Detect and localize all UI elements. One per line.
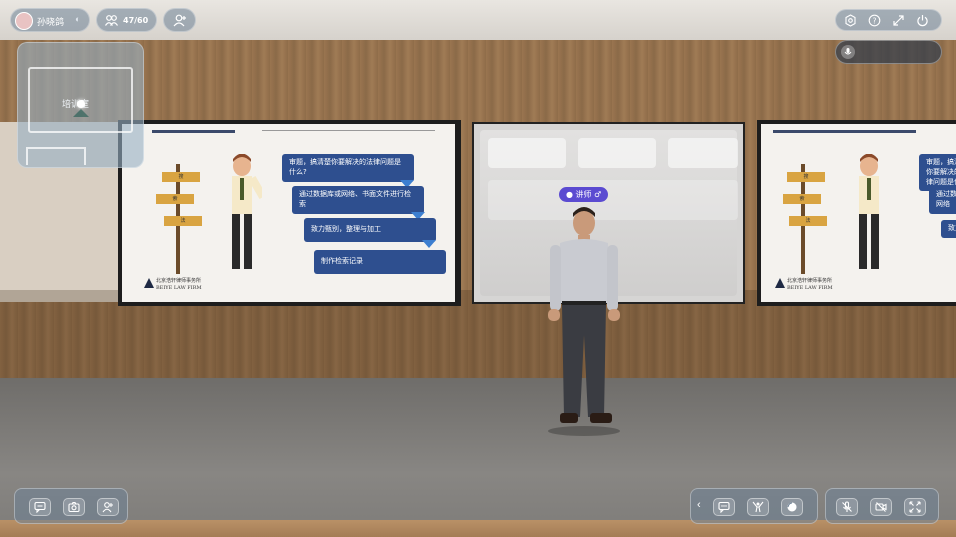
slide-bubble: 审题，搞清楚你要解决的法律问题是什么? (282, 154, 414, 182)
player-position-icon (77, 100, 85, 108)
video-off-icon (875, 502, 887, 512)
avatar (15, 12, 33, 30)
voice-status-bar[interactable] (835, 40, 942, 64)
sign-label: 索 (156, 194, 194, 204)
add-user-button[interactable] (163, 8, 196, 32)
interaction-toolbar: ‹ (690, 488, 818, 524)
like-button[interactable] (781, 498, 803, 516)
sign-label: 法 (789, 216, 827, 226)
firm-logo-icon (144, 278, 154, 288)
help-button[interactable]: ? (866, 12, 882, 28)
sign-label: 法 (164, 216, 202, 226)
down-arrow-icon (422, 240, 436, 248)
slide-bubble: 致力 (941, 220, 956, 238)
video-toggle-button[interactable] (870, 498, 892, 516)
message-button[interactable] (713, 498, 735, 516)
share-screen-button[interactable] (904, 498, 926, 516)
users-icon (105, 15, 118, 26)
speaker-tag-label: 讲师 (575, 190, 592, 199)
like-icon (787, 502, 797, 512)
chat-icon (34, 501, 46, 513)
male-icon: ♂ (591, 190, 602, 199)
cartoon-man-illustration (232, 154, 262, 269)
firm-logo-icon (775, 278, 785, 288)
mic-toggle-button[interactable] (836, 498, 858, 516)
contacts-icon (102, 502, 113, 513)
participant-count: 47/60 (123, 16, 149, 25)
sign-label: 搜 (162, 172, 200, 182)
bottom-left-toolbar (14, 488, 128, 524)
svg-text:?: ? (872, 16, 876, 25)
gear-icon (844, 13, 856, 27)
camera-icon (68, 501, 80, 513)
slide-bubble: 致力甄别，整理与加工 (304, 218, 436, 242)
chevron-left-icon[interactable]: ‹ (697, 499, 701, 511)
status-icon: ◐ (75, 14, 81, 24)
message-icon (718, 501, 730, 513)
presentation-screen-left: 搜 索 法 审题，搞清楚你要解决的法律问题是什么? 通过数据库或网络、书面文件进… (118, 120, 461, 306)
slide-bubble: 通过数据库或网络、书面文件进行检索 (292, 186, 424, 214)
view-cone-icon (73, 109, 89, 117)
presentation-screen-right: 搜 索 法 审题，搞清楚你要解决的法律问题是什么? 通过数据库或网络 致力 北京… (757, 120, 956, 306)
screenshot-button[interactable] (63, 498, 85, 516)
mic-off-icon (842, 501, 852, 512)
mic-status-icon (841, 45, 855, 59)
participants-pill[interactable]: 47/60 (96, 8, 157, 32)
question-icon: ? (868, 14, 880, 26)
slide-bubble: 制作检索记录 (314, 250, 446, 274)
minimap[interactable]: 培训室 (17, 42, 144, 168)
settings-button[interactable] (842, 12, 858, 28)
power-button[interactable] (914, 12, 930, 28)
media-toolbar (825, 488, 939, 524)
share-screen-icon (909, 501, 921, 513)
user-profile-pill[interactable]: 孙晓鸽 ◐ (10, 8, 90, 32)
cheer-icon (752, 501, 764, 513)
minimap-room (26, 147, 86, 165)
cheer-button[interactable] (747, 498, 769, 516)
contacts-button[interactable] (97, 498, 119, 516)
chat-button[interactable] (29, 498, 51, 516)
power-icon (916, 14, 928, 26)
add-user-icon (173, 14, 186, 27)
slide-bubble: 通过数据库或网络 (929, 186, 956, 214)
speaker-tag: ● 讲师 ♂ (559, 187, 609, 202)
expand-icon (892, 14, 904, 26)
sign-label: 索 (783, 194, 821, 204)
mic-icon: ● (566, 190, 576, 199)
firm-name: 北京浩轩律师事务所 BEIYE LAW FIRM (787, 278, 833, 291)
sign-label: 搜 (787, 172, 825, 182)
cartoon-man-illustration (859, 154, 879, 269)
presenter-avatar[interactable] (538, 205, 630, 437)
firm-name: 北京浩轩律师事务所 BEIYE LAW FIRM (156, 278, 202, 291)
system-controls: ? (835, 9, 942, 31)
username: 孙晓鸽 (37, 18, 65, 28)
fullscreen-button[interactable] (890, 12, 906, 28)
